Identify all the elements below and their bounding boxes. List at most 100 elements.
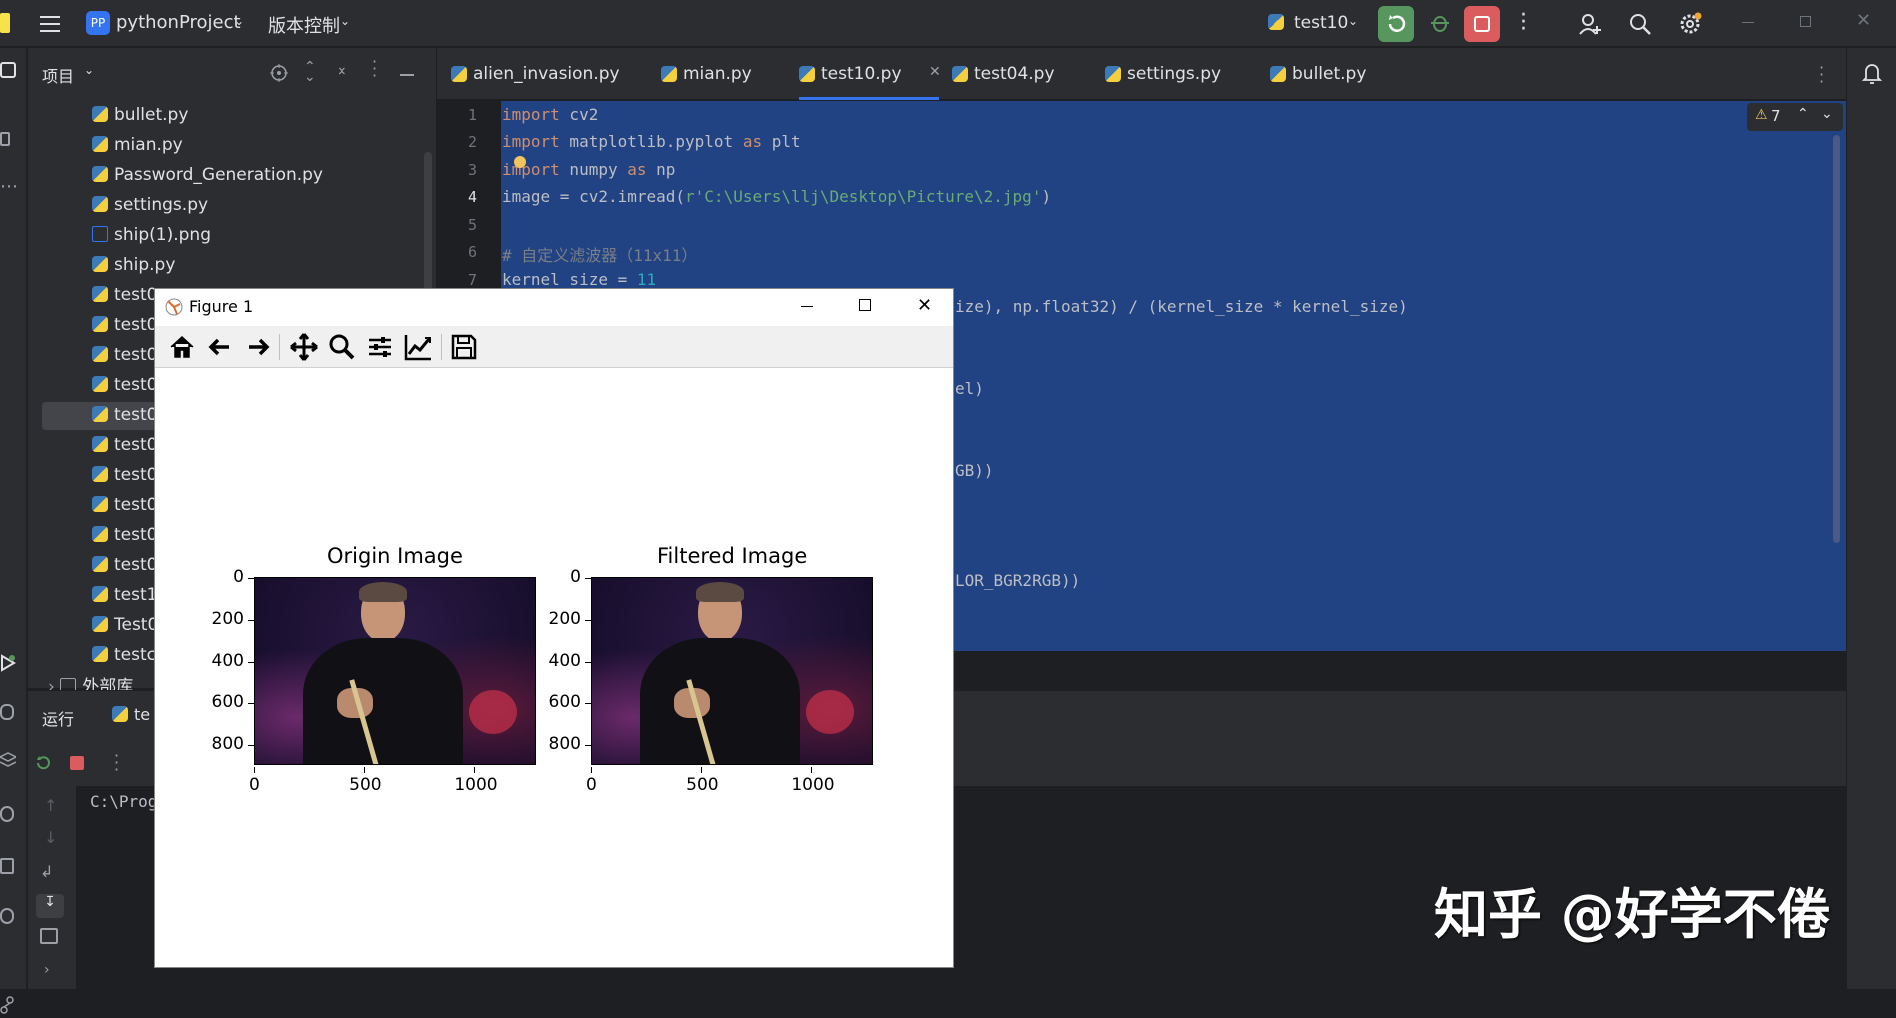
code-fragment: el)	[955, 379, 984, 398]
figure-close-button[interactable]: ✕	[917, 295, 932, 316]
lightbulb-icon[interactable]	[514, 156, 526, 168]
back-arrow-icon[interactable]	[205, 332, 235, 362]
project-tree-item[interactable]: Test0	[92, 615, 158, 643]
project-tree-item[interactable]: test0	[92, 315, 157, 343]
layers-icon[interactable]	[0, 752, 18, 768]
problems-icon[interactable]	[0, 908, 14, 924]
editor-scrollbar[interactable]	[1833, 135, 1840, 543]
project-tree-item[interactable]: mian.py	[92, 135, 183, 163]
tab-mian[interactable]: mian.py	[661, 48, 761, 100]
minimize-window-button[interactable]	[1742, 22, 1754, 23]
more-tools-icon[interactable]: ⋯	[0, 176, 18, 197]
main-menu-icon[interactable]	[40, 14, 60, 32]
close-window-button[interactable]: ✕	[1856, 10, 1871, 31]
figure-minimize-button[interactable]	[801, 306, 813, 307]
tab-options-icon[interactable]: · · ·	[1819, 60, 1824, 90]
project-tree-item[interactable]: bullet.py	[92, 105, 188, 133]
close-tab-icon[interactable]: ✕	[929, 64, 941, 80]
rerun-icon[interactable]	[34, 754, 52, 772]
soft-wrap-icon[interactable]: ↲	[40, 862, 53, 881]
rerun-button[interactable]	[1378, 6, 1414, 42]
structure-tool-icon[interactable]	[0, 132, 10, 146]
locate-file-icon[interactable]	[270, 64, 288, 82]
scroll-to-end-icon[interactable]: ↧	[36, 894, 64, 918]
project-tree-item[interactable]: testc	[92, 645, 156, 673]
edit-axis-icon[interactable]	[403, 332, 433, 362]
project-badge[interactable]: PP	[86, 11, 110, 35]
collapse-all-icon[interactable]: ⌄ ⌃	[336, 60, 348, 84]
scroll-up-icon[interactable]: ↑	[44, 796, 57, 815]
tab-bullet[interactable]: bullet.py	[1270, 48, 1390, 100]
zoom-icon[interactable]	[327, 332, 357, 362]
python-packages-icon[interactable]	[0, 704, 14, 720]
tab-settings[interactable]: settings.py	[1105, 48, 1235, 100]
tab-test04[interactable]: test04.py	[952, 48, 1072, 100]
project-tree-item[interactable]: settings.py	[92, 195, 208, 223]
project-tree-item[interactable]: test0	[92, 435, 157, 463]
background-red-glow	[469, 690, 517, 734]
chevron-right-icon[interactable]: ›	[44, 962, 50, 978]
chevron-down-icon[interactable]: ⌄	[1821, 106, 1833, 122]
x-tick-mark	[701, 767, 703, 773]
project-tree-item[interactable]: Password_Generation.py	[92, 165, 323, 193]
run-tab-title[interactable]: 运行	[42, 706, 74, 730]
project-tree-item[interactable]: test0	[92, 405, 157, 433]
project-tree-item[interactable]: ship(1).png	[92, 225, 211, 253]
scroll-down-icon[interactable]: ↓	[44, 828, 57, 847]
axes-title: Filtered Image	[657, 544, 808, 568]
project-tree-item[interactable]: test0	[92, 375, 157, 403]
pan-move-icon[interactable]	[289, 332, 319, 362]
notifications-bell-icon[interactable]	[1861, 62, 1883, 84]
figure-maximize-button[interactable]	[859, 299, 871, 311]
person-hair	[696, 582, 744, 602]
services-icon[interactable]	[0, 806, 14, 822]
add-user-icon[interactable]	[1578, 12, 1602, 36]
run-config-selector[interactable]: test10	[1294, 13, 1348, 33]
project-name[interactable]: pythonProject	[116, 12, 241, 33]
chevron-up-icon[interactable]: ⌃	[1797, 106, 1809, 122]
project-tree-item[interactable]: test0	[92, 555, 157, 583]
background-red-glow	[806, 690, 854, 734]
forward-arrow-icon[interactable]	[243, 332, 273, 362]
project-tree-item[interactable]: test1	[92, 585, 157, 613]
stop-icon[interactable]	[70, 756, 84, 770]
project-tree-item-label: testc	[114, 645, 156, 665]
project-panel-title[interactable]: 项目	[42, 63, 74, 87]
stop-button[interactable]	[1464, 6, 1500, 42]
project-tool-icon[interactable]	[0, 62, 16, 78]
tab-label: alien_invasion.py	[473, 64, 620, 84]
vcs-menu[interactable]: 版本控制	[268, 12, 340, 38]
hide-panel-icon[interactable]	[400, 74, 414, 76]
configure-subplots-icon[interactable]	[365, 332, 395, 362]
save-figure-icon[interactable]	[449, 332, 479, 362]
run-item-tab[interactable]: te	[112, 705, 150, 724]
tab-label: test10.py	[821, 64, 902, 84]
project-tree-item[interactable]: test0	[92, 495, 157, 523]
line-number: 2	[467, 133, 477, 151]
tab-test10[interactable]: test10.py ✕	[799, 48, 941, 100]
git-icon[interactable]	[0, 996, 14, 1014]
project-tree-item[interactable]: test0	[92, 285, 157, 313]
run-tool-icon[interactable]	[0, 654, 16, 672]
print-icon[interactable]	[40, 928, 58, 944]
panel-options-icon[interactable]: · · ·	[372, 54, 377, 84]
project-tree-item[interactable]: test0	[92, 345, 157, 373]
matplotlib-figure-window: Figure 1 ✕ Origin Image 0 200 400 600 80…	[154, 288, 954, 968]
run-options-icon[interactable]: · · ·	[114, 748, 119, 778]
y-tick-mark	[585, 578, 591, 579]
project-tree-item[interactable]: ship.py	[92, 255, 175, 283]
more-options-icon[interactable]: · · ·	[1520, 5, 1527, 41]
home-icon[interactable]	[167, 332, 197, 362]
expand-all-icon[interactable]: ⌃ ⌄	[304, 60, 316, 84]
settings-gear-icon[interactable]	[1678, 12, 1702, 36]
tab-label: mian.py	[683, 64, 752, 84]
debug-button[interactable]	[1428, 11, 1452, 35]
restore-window-button[interactable]	[1800, 16, 1811, 27]
tab-alien-invasion[interactable]: alien_invasion.py	[451, 48, 621, 100]
project-tree-item[interactable]: test0	[92, 525, 157, 553]
search-icon[interactable]	[1628, 12, 1652, 36]
app-logo-icon[interactable]	[0, 13, 10, 33]
terminal-icon[interactable]	[0, 858, 14, 874]
inspection-widget[interactable]: ⚠ 7 ⌃ ⌄	[1747, 103, 1843, 131]
project-tree-item[interactable]: test0	[92, 465, 157, 493]
